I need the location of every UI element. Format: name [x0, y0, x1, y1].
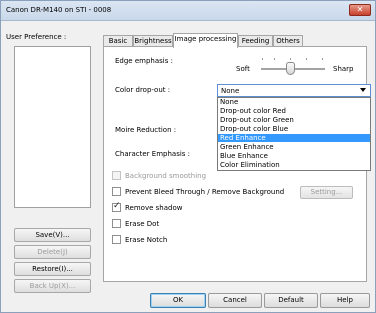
ok-button[interactable]: OK: [150, 293, 206, 308]
chevron-down-icon[interactable]: [360, 88, 366, 92]
help-button[interactable]: Help: [320, 293, 370, 308]
remove-shadow-checkbox[interactable]: [112, 201, 121, 212]
slider-tick: [322, 58, 323, 60]
erase-notch-label: Erase Notch: [125, 236, 168, 244]
edge-emphasis-slider-thumb[interactable]: [286, 62, 295, 75]
close-icon[interactable]: ✕: [349, 4, 371, 16]
dropdown-option-green-enhance[interactable]: Green Enhance: [218, 143, 370, 151]
remove-shadow-label: Remove shadow: [125, 204, 183, 212]
cancel-button[interactable]: Cancel: [208, 293, 262, 308]
dropdown-option-dropout-green[interactable]: Drop-out color Green: [218, 116, 370, 124]
erase-dot-checkbox[interactable]: [112, 219, 121, 228]
prevent-bleed-through-label: Prevent Bleed Through / Remove Backgroun…: [125, 188, 285, 196]
dropdown-option-red-enhance[interactable]: Red Enhance: [218, 134, 370, 142]
setting-button[interactable]: Setting...: [300, 186, 353, 199]
title-bar[interactable]: Canon DR-M140 on STI - 0008 ✕: [1, 1, 375, 21]
restore-preference-button[interactable]: Restore(I)...: [14, 262, 91, 276]
background-smoothing-label: Background smoothing: [125, 172, 207, 180]
slider-tick: [290, 58, 291, 60]
color-dropout-label: Color drop-out :: [115, 86, 171, 94]
moire-reduction-label: Moire Reduction :: [115, 126, 177, 134]
color-dropout-value: None: [221, 87, 240, 95]
prevent-bleed-through-checkbox[interactable]: [112, 187, 121, 196]
edge-emphasis-label: Edge emphasis :: [115, 57, 173, 65]
dropdown-option-dropout-red[interactable]: Drop-out color Red: [218, 107, 370, 115]
slider-tick: [262, 58, 263, 60]
erase-notch-checkbox[interactable]: [112, 235, 121, 244]
user-preference-label: User Preference :: [6, 33, 67, 41]
save-preference-button[interactable]: Save(V)...: [14, 228, 91, 242]
slider-tick: [274, 58, 275, 60]
color-dropout-select[interactable]: None: [217, 84, 371, 97]
background-smoothing-checkbox[interactable]: [112, 171, 121, 180]
color-dropout-dropdown-list: None Drop-out color Red Drop-out color G…: [217, 97, 371, 171]
user-preference-list[interactable]: [14, 46, 91, 208]
erase-dot-label: Erase Dot: [125, 220, 160, 228]
edge-emphasis-sharp-label: Sharp: [333, 65, 354, 73]
window-title: Canon DR-M140 on STI - 0008: [6, 6, 112, 14]
dropdown-option-blue-enhance[interactable]: Blue Enhance: [218, 152, 370, 160]
delete-preference-button[interactable]: Delete(J): [14, 245, 91, 259]
character-emphasis-label: Character Emphasis :: [115, 150, 191, 158]
default-button[interactable]: Default: [264, 293, 318, 308]
edge-emphasis-soft-label: Soft: [236, 65, 250, 73]
tab-image-processing[interactable]: Image processing: [173, 33, 238, 48]
dropdown-option-dropout-blue[interactable]: Drop-out color Blue: [218, 125, 370, 133]
dropdown-option-color-elimination[interactable]: Color Elimination: [218, 161, 370, 169]
backup-preference-button[interactable]: Back Up(X)...: [14, 279, 91, 293]
slider-tick: [306, 58, 307, 60]
dropdown-option-none[interactable]: None: [218, 98, 370, 106]
